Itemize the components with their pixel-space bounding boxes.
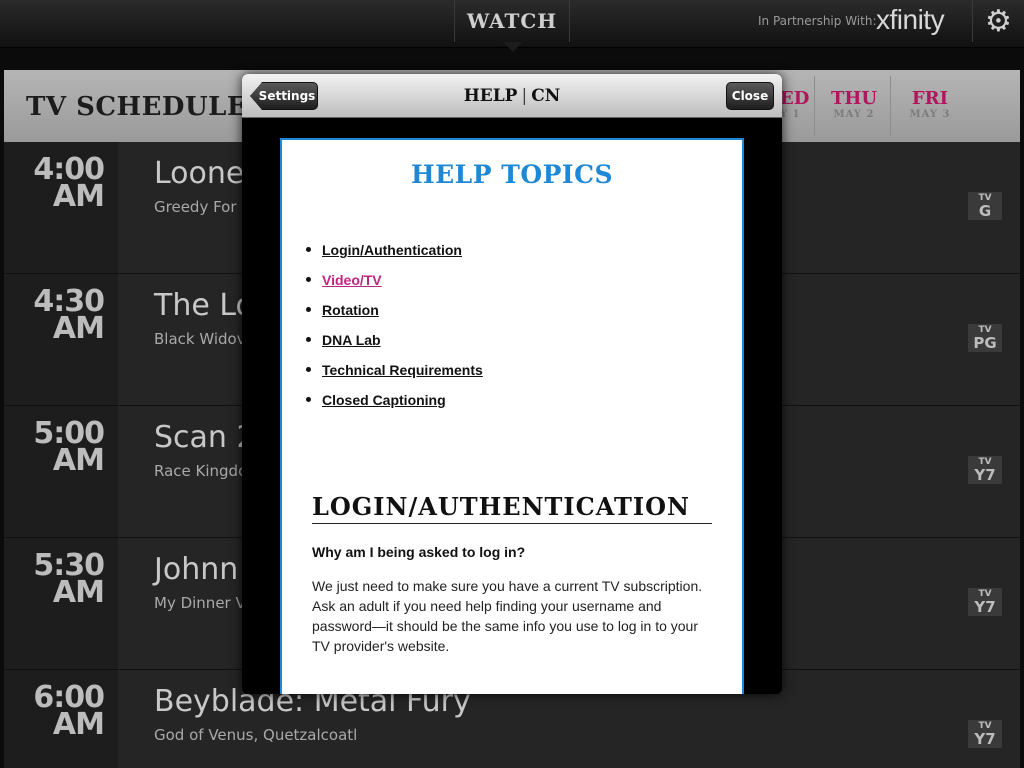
schedule-title: TV SCHEDULE	[26, 92, 248, 122]
time-column: 4:30 AM	[4, 274, 118, 405]
rating-badge: TV Y7	[968, 588, 1002, 616]
help-content: HELP TOPICS Login/Authentication Video/T…	[280, 138, 744, 694]
section-title: LOGIN/AUTHENTICATION	[312, 492, 712, 524]
show-title: Loone	[154, 156, 245, 191]
rating-badge: TV Y7	[968, 720, 1002, 748]
time-slot: 4:00 AM	[33, 152, 105, 214]
day-divider	[890, 76, 891, 136]
topic-link-technical-requirements[interactable]: Technical Requirements	[322, 362, 483, 378]
day-name: THU	[830, 88, 878, 109]
rating-badge: TV G	[968, 192, 1002, 220]
help-topics-list: Login/Authentication Video/TV Rotation D…	[304, 240, 483, 420]
list-item: Closed Captioning	[304, 390, 483, 420]
rating-badge: TV PG	[968, 324, 1002, 352]
list-item: Video/TV	[304, 270, 483, 300]
list-item: Technical Requirements	[304, 360, 483, 390]
topic-link-rotation[interactable]: Rotation	[322, 302, 379, 318]
xfinity-logo: xfinity	[876, 4, 945, 35]
topic-link-dna-lab[interactable]: DNA Lab	[322, 332, 381, 348]
day-name: FRI	[911, 88, 949, 109]
modal-toolbar: Settings HELP | CN Close	[242, 74, 782, 118]
faq-question: Why am I being asked to log in?	[312, 544, 526, 560]
day-date: MAY 3	[909, 109, 951, 120]
settings-gear-button[interactable]: ⚙	[972, 0, 1024, 42]
day-tab-fri[interactable]: FRI MAY 3	[900, 88, 960, 120]
top-bar: WATCH In Partnership With: xfinity ⚙	[0, 0, 1024, 52]
topic-link-video-tv[interactable]: Video/TV	[322, 272, 382, 288]
list-item: DNA Lab	[304, 330, 483, 360]
modal-title-cn: CN	[531, 86, 561, 106]
time-slot: 5:30 AM	[33, 548, 105, 610]
day-tab-thu[interactable]: THU MAY 2	[824, 88, 884, 120]
episode-title: God of Venus, Quetzalcoatl	[154, 726, 358, 744]
time-slot: 6:00 AM	[33, 680, 105, 742]
time-slot: 4:30 AM	[33, 284, 105, 346]
topic-link-closed-captioning[interactable]: Closed Captioning	[322, 392, 446, 408]
partner-text: In Partnership With:	[758, 14, 877, 28]
show-title: Johnn	[154, 552, 239, 587]
episode-title: Greedy For	[154, 198, 237, 216]
time-slot: 5:00 AM	[33, 416, 105, 478]
modal-title: HELP | CN	[242, 86, 782, 106]
episode-title: My Dinner V	[154, 594, 246, 612]
topic-link-login[interactable]: Login/Authentication	[322, 242, 462, 258]
episode-title: Black Widov	[154, 330, 246, 348]
gear-icon: ⚙	[985, 3, 1012, 39]
help-modal: Settings HELP | CN Close HELP TOPICS Login…	[242, 74, 782, 694]
time-column: 4:00 AM	[4, 142, 118, 273]
list-item: Login/Authentication	[304, 240, 483, 270]
time-column: 6:00 AM	[4, 670, 118, 768]
time-column: 5:30 AM	[4, 538, 118, 669]
day-divider	[814, 76, 815, 136]
day-date: Y 1	[780, 109, 801, 120]
rating-badge: TV Y7	[968, 456, 1002, 484]
close-button[interactable]: Close	[726, 82, 774, 110]
modal-title-help: HELP	[463, 86, 518, 106]
day-date: MAY 2	[833, 109, 875, 120]
day-tab-wed[interactable]: ED Y 1	[780, 88, 810, 120]
episode-title: Race Kingdo	[154, 462, 248, 480]
watch-tab-indicator	[503, 42, 523, 52]
day-name: ED	[780, 88, 810, 109]
faq-answer: We just need to make sure you have a cur…	[312, 578, 703, 654]
time-column: 5:00 AM	[4, 406, 118, 537]
show-title: The Lo	[154, 288, 254, 323]
watch-tab[interactable]: WATCH	[454, 0, 570, 42]
help-topics-heading: HELP TOPICS	[410, 160, 614, 189]
modal-title-separator: |	[521, 86, 528, 106]
list-item: Rotation	[304, 300, 483, 330]
show-title: Scan 2	[154, 420, 256, 455]
